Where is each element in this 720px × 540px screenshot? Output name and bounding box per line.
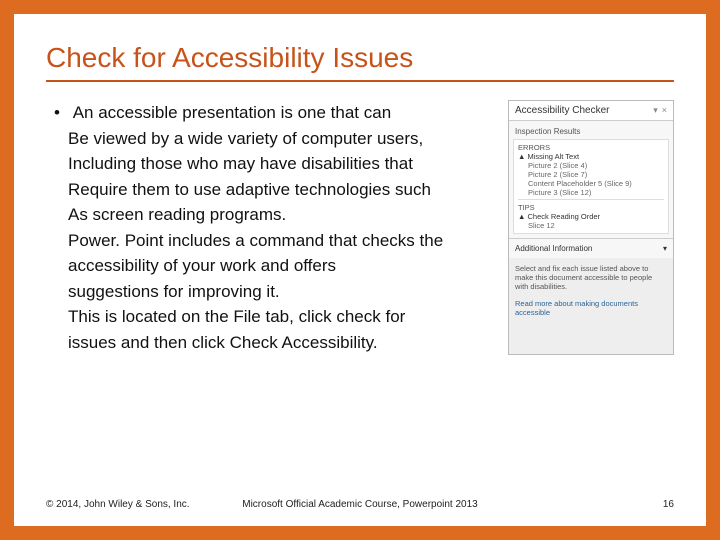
body-line: As screen reading programs. (68, 202, 494, 228)
error-group[interactable]: ▲ Missing Alt Text (518, 152, 664, 161)
body-line: suggestions for improving it. (68, 279, 494, 305)
panel-title: Accessibility Checker (515, 105, 609, 116)
slide-footer: © 2014, John Wiley & Sons, Inc. Microsof… (46, 499, 674, 510)
footer-page-number: 16 (663, 499, 674, 510)
inspection-results-label: Inspection Results (509, 121, 673, 139)
slide: Check for Accessibility Issues An access… (14, 14, 706, 526)
body-line: Be viewed by a wide variety of computer … (68, 126, 494, 152)
error-item[interactable]: Picture 2 (Slice 7) (518, 170, 664, 179)
accessibility-checker-panel: Accessibility Checker ▾ × Inspection Res… (508, 100, 674, 355)
body-line: Including those who may have disabilitie… (68, 151, 494, 177)
error-item[interactable]: Picture 3 (Slice 12) (518, 188, 664, 197)
tips-group[interactable]: ▲ Check Reading Order (518, 212, 664, 221)
body-line: Power. Point includes a command that che… (68, 228, 494, 254)
title-underline (46, 80, 674, 82)
body-line: issues and then click Check Accessibilit… (68, 330, 494, 356)
close-icon[interactable]: × (662, 105, 667, 116)
error-item[interactable]: Picture 2 (Slice 4) (518, 161, 664, 170)
body-line: An accessible presentation is one that c… (68, 100, 494, 126)
errors-label: ERRORS (518, 143, 664, 152)
panel-dropdown-icon[interactable]: ▾ (653, 105, 658, 116)
tips-item[interactable]: Slice 12 (518, 221, 664, 230)
error-item[interactable]: Content Placeholder 5 (Slice 9) (518, 179, 664, 188)
body-line: Require them to use adaptive technologie… (68, 177, 494, 203)
additional-info-link[interactable]: Read more about making documents accessi… (515, 299, 667, 317)
additional-info-header[interactable]: Additional Information ▾ (509, 238, 673, 258)
body-line: This is located on the File tab, click c… (68, 304, 494, 330)
tips-label: TIPS (518, 203, 664, 212)
additional-info-label: Additional Information (515, 244, 592, 253)
content-row: An accessible presentation is one that c… (46, 100, 674, 355)
footer-copyright: © 2014, John Wiley & Sons, Inc. (46, 499, 190, 510)
footer-course-name: Microsoft Official Academic Course, Powe… (242, 499, 477, 510)
body-text: An accessible presentation is one that c… (46, 100, 494, 355)
additional-info-body: Select and fix each issue listed above t… (509, 258, 673, 354)
panel-header: Accessibility Checker ▾ × (509, 101, 673, 121)
body-line: accessibility of your work and offers (68, 253, 494, 279)
inspection-results-box: ERRORS ▲ Missing Alt Text Picture 2 (Sli… (513, 139, 669, 234)
slide-title: Check for Accessibility Issues (46, 42, 674, 74)
additional-info-text: Select and fix each issue listed above t… (515, 264, 667, 291)
chevron-down-icon: ▾ (663, 244, 667, 253)
